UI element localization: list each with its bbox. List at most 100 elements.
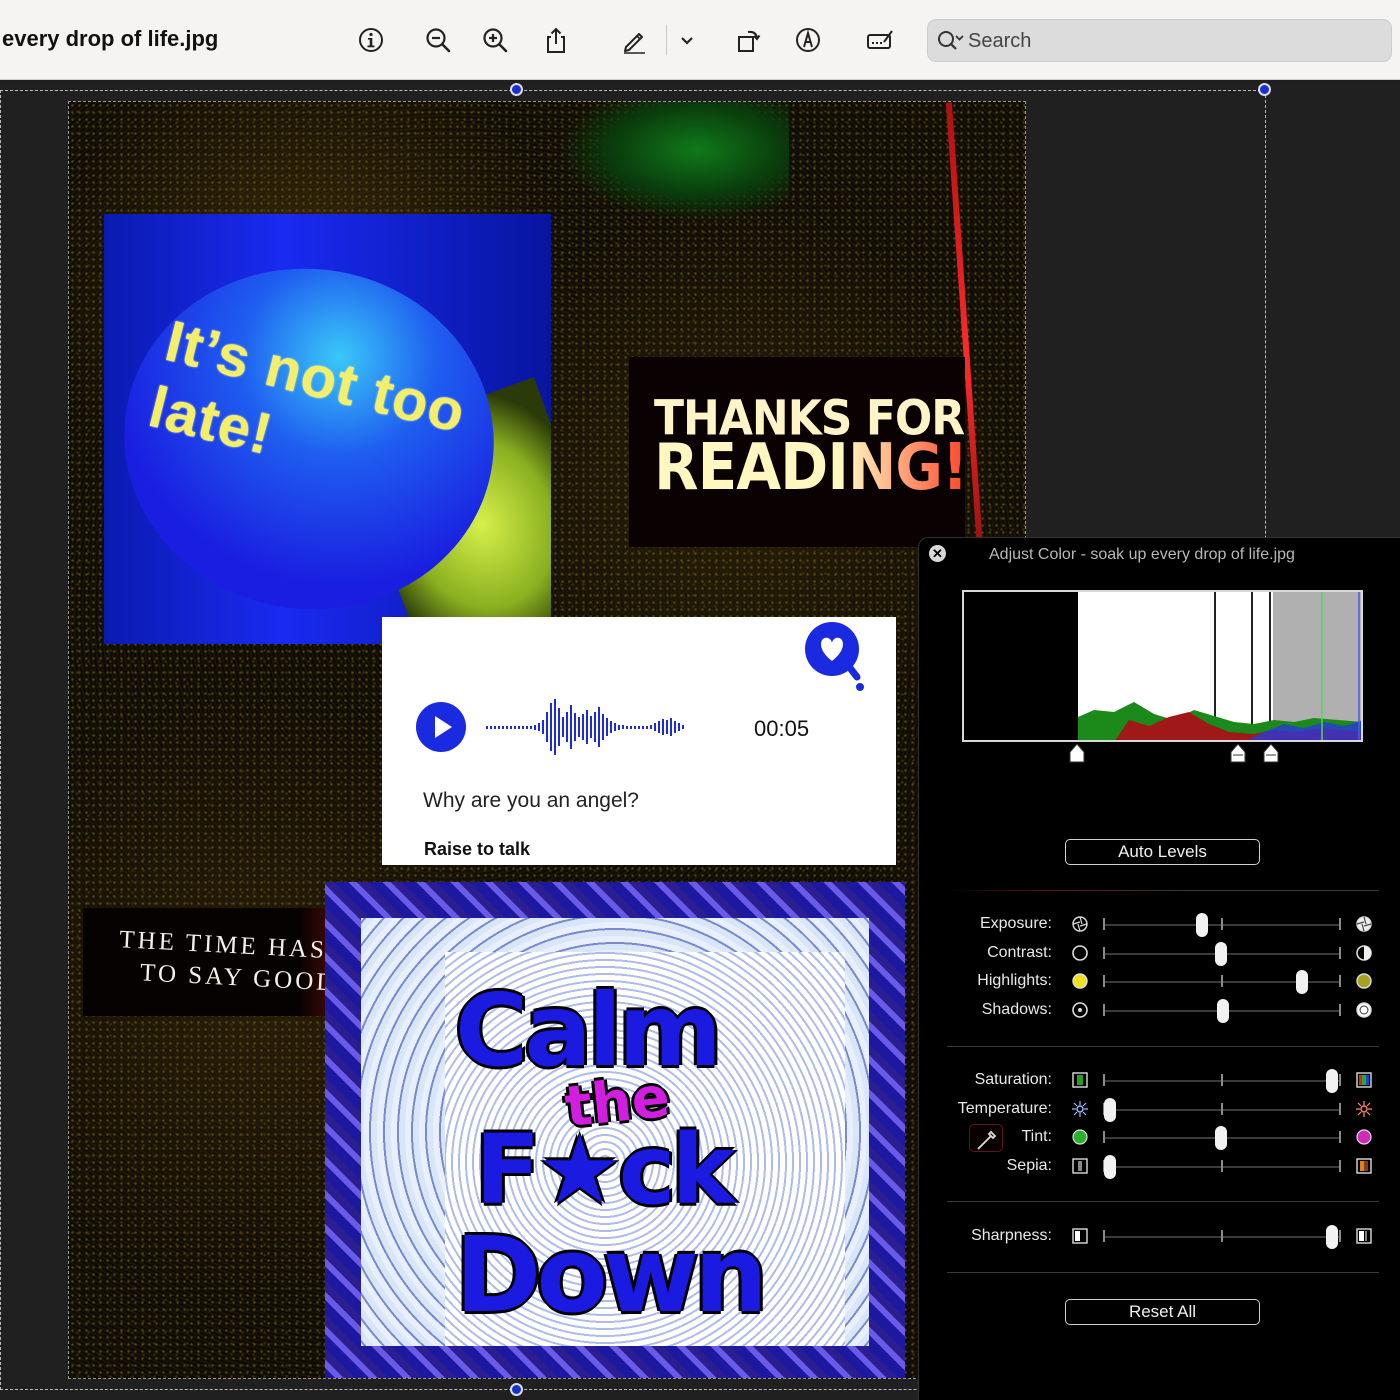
- highlights-min-icon: [1072, 973, 1088, 989]
- shadows-max-icon: [1356, 1002, 1372, 1018]
- exposure-max-icon: [1356, 916, 1372, 932]
- sepia-max-icon: [1356, 1158, 1372, 1174]
- highlights-slider-thumb[interactable]: [1296, 970, 1309, 994]
- divider: [947, 1201, 1379, 1202]
- selection-handle-top-right[interactable]: [1258, 83, 1271, 96]
- slider-tick: [1103, 1131, 1105, 1143]
- contrast-label: Contrast:: [987, 944, 1052, 961]
- sticker-text: READING!: [654, 435, 965, 499]
- waveform-bar: [590, 716, 592, 738]
- highlights-max-icon: [1356, 973, 1372, 989]
- exposure-label: Exposure:: [979, 915, 1052, 932]
- waveform-bar: [666, 720, 668, 734]
- eyedropper-button[interactable]: [969, 1124, 1003, 1152]
- slider-tick: [1103, 947, 1105, 959]
- auto-levels-button[interactable]: Auto Levels: [1065, 839, 1260, 865]
- contrast-min-icon: [1072, 945, 1088, 961]
- shadows-slider-thumb[interactable]: [1217, 999, 1230, 1023]
- foliage-area: [559, 102, 789, 222]
- audio-waveform: [486, 697, 730, 757]
- sepia-label: Sepia:: [1006, 1157, 1052, 1174]
- zoom-out-icon[interactable]: [420, 22, 456, 58]
- waveform-bar: [618, 724, 620, 730]
- waveform-bar: [502, 725, 504, 729]
- slider-tick: [1103, 1074, 1105, 1086]
- contrast-slider-thumb[interactable]: [1215, 942, 1227, 966]
- waveform-bar: [594, 712, 596, 742]
- waveform-bar: [630, 725, 632, 729]
- sticker-text: F★ck: [475, 1114, 735, 1226]
- waveform-bar: [550, 703, 552, 751]
- shadows-label: Shadows:: [981, 1001, 1052, 1018]
- waveform-bar: [606, 718, 608, 736]
- sign-icon[interactable]: [862, 22, 898, 58]
- exposure-slider-thumb[interactable]: [1196, 913, 1209, 937]
- waveform-bar: [558, 708, 560, 746]
- selection-handle-bottom[interactable]: [510, 1383, 523, 1396]
- white-point-marker[interactable]: [1263, 743, 1279, 763]
- slider-tick: [1221, 918, 1223, 930]
- waveform-bar: [654, 723, 656, 731]
- sepia-slider-thumb[interactable]: [1103, 1155, 1116, 1179]
- divider: [947, 890, 1379, 891]
- search-icon: [938, 31, 964, 50]
- waveform-bar: [570, 705, 572, 749]
- slider-tick: [1339, 1230, 1341, 1242]
- toolbar-separator: [666, 25, 667, 55]
- selection-handle-top[interactable]: [510, 83, 523, 96]
- search-field[interactable]: [927, 19, 1392, 62]
- play-button[interactable]: [416, 702, 466, 752]
- slider-tick: [1339, 1074, 1341, 1086]
- waveform-bar: [522, 725, 524, 729]
- sticker-its-not-too-late: It’s not too late!: [104, 214, 551, 644]
- temperature-slider-thumb[interactable]: [1103, 1098, 1116, 1122]
- share-icon[interactable]: [538, 22, 574, 58]
- exposure-min-icon: [1072, 916, 1088, 932]
- waveform-bar: [638, 725, 640, 729]
- voice-message-card: 00:05 Why are you an angel? Raise to tal…: [382, 617, 896, 865]
- raise-to-talk-label: Raise to talk: [424, 839, 531, 859]
- markup-pen-icon[interactable]: [616, 22, 652, 58]
- contrast-max-icon: [1356, 945, 1372, 961]
- waveform-bar: [634, 725, 636, 729]
- info-icon[interactable]: [353, 22, 389, 58]
- close-icon[interactable]: ✕: [929, 545, 946, 562]
- shadows-min-icon: [1072, 1002, 1088, 1018]
- waveform-bar: [498, 725, 500, 729]
- voice-question: Why are you an angel?: [423, 789, 639, 812]
- slider-tick: [1221, 1103, 1223, 1115]
- chevron-down-icon[interactable]: [669, 22, 705, 58]
- panel-title: Adjust Color - soak up every drop of lif…: [989, 546, 1295, 563]
- slider-tick: [1339, 947, 1341, 959]
- photo-image: It’s not too late! THANKS FOR READING! 0…: [68, 101, 1026, 1379]
- waveform-bar: [514, 725, 516, 729]
- sharpness-slider-thumb[interactable]: [1326, 1225, 1339, 1249]
- slider-tick: [1339, 1131, 1341, 1143]
- slider-tick: [1103, 975, 1105, 987]
- waveform-bar: [542, 720, 544, 734]
- waveform-bar: [506, 725, 508, 729]
- waveform-bar: [678, 723, 680, 731]
- annotate-icon[interactable]: [790, 22, 826, 58]
- saturation-slider-thumb[interactable]: [1326, 1069, 1339, 1093]
- search-input[interactable]: [968, 26, 1368, 56]
- sharpness-label: Sharpness:: [971, 1227, 1052, 1244]
- sticker-calm-down: Calm the F★ck Down: [325, 882, 905, 1378]
- waveform-bar: [646, 725, 648, 729]
- sharpness-max-icon: [1356, 1228, 1372, 1244]
- waveform-bar: [578, 717, 580, 737]
- zoom-in-icon[interactable]: [477, 22, 513, 58]
- waveform-bar: [614, 723, 616, 731]
- midpoint-marker[interactable]: [1230, 743, 1246, 763]
- reset-all-button[interactable]: Reset All: [1065, 1299, 1260, 1325]
- temperature-min-icon: [1072, 1101, 1088, 1117]
- tint-slider-thumb[interactable]: [1215, 1126, 1227, 1150]
- saturation-min-icon: [1072, 1072, 1088, 1088]
- waveform-bar: [658, 721, 660, 733]
- black-point-marker[interactable]: [1069, 743, 1085, 763]
- slider-tick: [1221, 1074, 1223, 1086]
- waveform-bar: [534, 724, 536, 730]
- rotate-icon[interactable]: [729, 22, 765, 58]
- waveform-bar: [622, 725, 624, 729]
- slider-tick: [1339, 975, 1341, 987]
